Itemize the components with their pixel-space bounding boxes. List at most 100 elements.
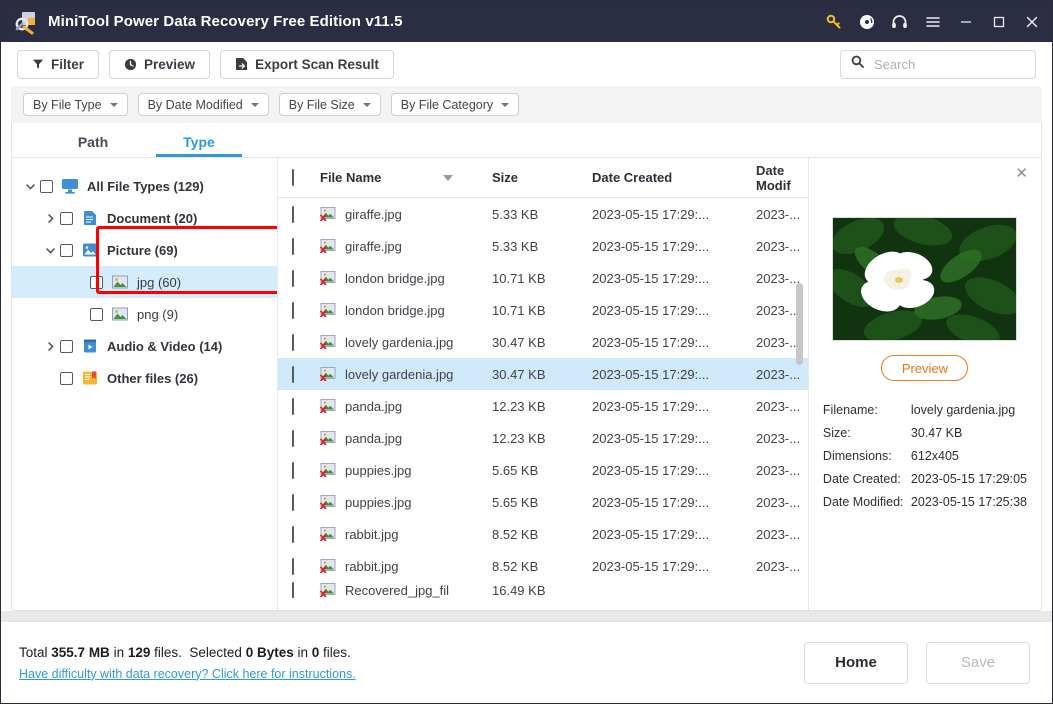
chevron-right-icon[interactable] bbox=[40, 341, 60, 352]
row-checkbox[interactable] bbox=[292, 269, 320, 287]
search-box[interactable] bbox=[840, 49, 1036, 79]
tree-item-other-files[interactable]: Other files (26) bbox=[12, 362, 277, 394]
tree-item-all-file-types[interactable]: All File Types (129) bbox=[12, 170, 277, 202]
export-scan-result-button[interactable]: Export Scan Result bbox=[220, 49, 394, 79]
row-checkbox[interactable] bbox=[292, 365, 320, 383]
tree-item-audio-video[interactable]: Audio & Video (14) bbox=[12, 330, 277, 362]
help-link[interactable]: Have difficulty with data recovery? Clic… bbox=[19, 667, 356, 681]
row-checkbox[interactable] bbox=[292, 525, 320, 543]
detail-size: Size: 30.47 KB bbox=[823, 426, 1027, 440]
row-checkbox[interactable] bbox=[292, 557, 320, 575]
tree-item-document[interactable]: Document (20) bbox=[12, 202, 277, 234]
home-button[interactable]: Home bbox=[804, 641, 908, 684]
footer-actions: Home Save bbox=[804, 641, 1030, 684]
table-row[interactable]: london bridge.jpg 10.71 KB 2023-05-15 17… bbox=[278, 262, 808, 294]
tree-item-png[interactable]: png (9) bbox=[12, 298, 277, 330]
tree-checkbox[interactable] bbox=[60, 243, 73, 257]
disc-icon[interactable] bbox=[850, 1, 883, 42]
table-row[interactable]: giraffe.jpg 5.33 KB 2023-05-15 17:29:...… bbox=[278, 230, 808, 262]
preview-button[interactable]: Preview bbox=[109, 49, 211, 79]
tree-checkbox[interactable] bbox=[90, 307, 103, 321]
chip-by-file-size[interactable]: By File Size bbox=[278, 93, 381, 116]
column-file-name[interactable]: File Name bbox=[320, 170, 492, 185]
filter-button[interactable]: Filter bbox=[17, 49, 100, 79]
row-size: 30.47 KB bbox=[492, 334, 546, 350]
row-file-name: lovely gardenia.jpg bbox=[320, 367, 492, 382]
save-button[interactable]: Save bbox=[926, 641, 1030, 684]
chip-by-file-type[interactable]: By File Type bbox=[23, 93, 128, 116]
row-file-name: panda.jpg bbox=[320, 399, 492, 414]
tree-item-jpg[interactable]: jpg (60) bbox=[12, 266, 277, 298]
row-date-created: 2023-05-15 17:29:... bbox=[592, 302, 710, 318]
table-row[interactable]: panda.jpg 12.23 KB 2023-05-15 17:29:... … bbox=[278, 422, 808, 454]
tab-path[interactable]: Path bbox=[40, 134, 146, 157]
tree-checkbox[interactable] bbox=[60, 211, 73, 225]
row-checkbox[interactable] bbox=[292, 461, 320, 479]
chevron-right-icon[interactable] bbox=[40, 213, 60, 224]
image-file-error-icon bbox=[320, 239, 336, 254]
image-file-error-icon bbox=[320, 583, 336, 598]
table-row[interactable]: london bridge.jpg 10.71 KB 2023-05-15 17… bbox=[278, 294, 808, 326]
headphones-icon[interactable] bbox=[883, 1, 916, 42]
row-checkbox[interactable] bbox=[292, 582, 320, 598]
chevron-down-icon bbox=[109, 102, 118, 107]
tree-item-picture[interactable]: Picture (69) bbox=[12, 234, 277, 266]
minimize-button[interactable] bbox=[949, 1, 982, 42]
file-name-text: lovely gardenia.jpg bbox=[345, 334, 454, 350]
detail-key: Date Created: bbox=[822, 472, 901, 486]
column-date-modified[interactable]: Date Modif bbox=[756, 163, 808, 193]
key-icon[interactable] bbox=[817, 1, 850, 42]
row-checkbox[interactable] bbox=[292, 429, 320, 447]
preview-image-button[interactable]: Preview bbox=[881, 355, 969, 381]
chip-by-file-category[interactable]: By File Category bbox=[390, 93, 520, 116]
row-file-name: Recovered_jpg_fil bbox=[320, 583, 492, 598]
file-list-scrollbar[interactable] bbox=[795, 283, 803, 365]
menu-icon[interactable] bbox=[916, 1, 949, 42]
chip-by-date-modified[interactable]: By Date Modified bbox=[137, 93, 269, 116]
tree-checkbox[interactable] bbox=[40, 179, 53, 193]
tab-type[interactable]: Type bbox=[146, 134, 252, 157]
tree-checkbox[interactable] bbox=[60, 339, 73, 353]
file-name-text: panda.jpg bbox=[345, 398, 403, 414]
table-row[interactable]: rabbit.jpg 8.52 KB 2023-05-15 17:29:... … bbox=[278, 518, 808, 550]
chevron-down-icon[interactable] bbox=[40, 245, 60, 256]
sort-descending-icon[interactable] bbox=[443, 174, 454, 181]
column-size[interactable]: Size bbox=[492, 170, 592, 185]
row-checkbox[interactable] bbox=[292, 237, 320, 255]
search-input[interactable] bbox=[872, 55, 1025, 73]
chevron-down-icon bbox=[250, 102, 259, 107]
chip-label: By File Category bbox=[400, 97, 494, 112]
file-name-text: rabbit.jpg bbox=[345, 526, 399, 542]
row-checkbox[interactable] bbox=[292, 493, 320, 511]
close-preview-icon[interactable]: ✕ bbox=[1015, 166, 1028, 181]
table-row[interactable]: puppies.jpg 5.65 KB 2023-05-15 17:29:...… bbox=[278, 486, 808, 518]
table-row[interactable]: rabbit.jpg 8.52 KB 2023-05-15 17:29:... … bbox=[278, 550, 808, 582]
table-row[interactable]: puppies.jpg 5.65 KB 2023-05-15 17:29:...… bbox=[278, 454, 808, 486]
detail-value: 2023-05-15 17:29:05 bbox=[910, 472, 1027, 486]
row-file-name: puppies.jpg bbox=[320, 463, 492, 478]
row-checkbox[interactable] bbox=[292, 397, 320, 415]
tree-checkbox[interactable] bbox=[60, 371, 73, 385]
image-file-icon bbox=[111, 306, 129, 322]
table-row[interactable]: Recovered_jpg_fil 16.49 KB bbox=[278, 582, 808, 598]
chevron-down-icon[interactable] bbox=[20, 181, 40, 192]
row-checkbox[interactable] bbox=[292, 333, 320, 351]
table-row[interactable]: lovely gardenia.jpg 30.47 KB 2023-05-15 … bbox=[278, 326, 808, 358]
image-file-error-icon bbox=[320, 303, 336, 318]
row-checkbox[interactable] bbox=[292, 301, 320, 319]
select-all-checkbox[interactable] bbox=[292, 169, 320, 186]
column-date-created[interactable]: Date Created bbox=[592, 170, 756, 185]
close-button[interactable] bbox=[1015, 1, 1048, 42]
file-name-text: london bridge.jpg bbox=[345, 302, 445, 318]
selected-size: 0 Bytes bbox=[245, 644, 294, 660]
table-row[interactable]: lovely gardenia.jpg 30.47 KB 2023-05-15 … bbox=[278, 358, 808, 390]
application-window: MiniTool Power Data Recovery Free Editio… bbox=[0, 0, 1053, 704]
row-checkbox[interactable] bbox=[292, 205, 320, 223]
toolbar: Filter Preview Export Scan Result bbox=[1, 42, 1052, 86]
chip-label: By Date Modified bbox=[147, 97, 243, 112]
table-row[interactable]: giraffe.jpg 5.33 KB 2023-05-15 17:29:...… bbox=[278, 198, 808, 230]
status-footer: Total 355.7 MB in 129 files. Selected 0 … bbox=[1, 621, 1052, 703]
maximize-button[interactable] bbox=[982, 1, 1015, 42]
tree-checkbox[interactable] bbox=[90, 275, 103, 289]
table-row[interactable]: panda.jpg 12.23 KB 2023-05-15 17:29:... … bbox=[278, 390, 808, 422]
